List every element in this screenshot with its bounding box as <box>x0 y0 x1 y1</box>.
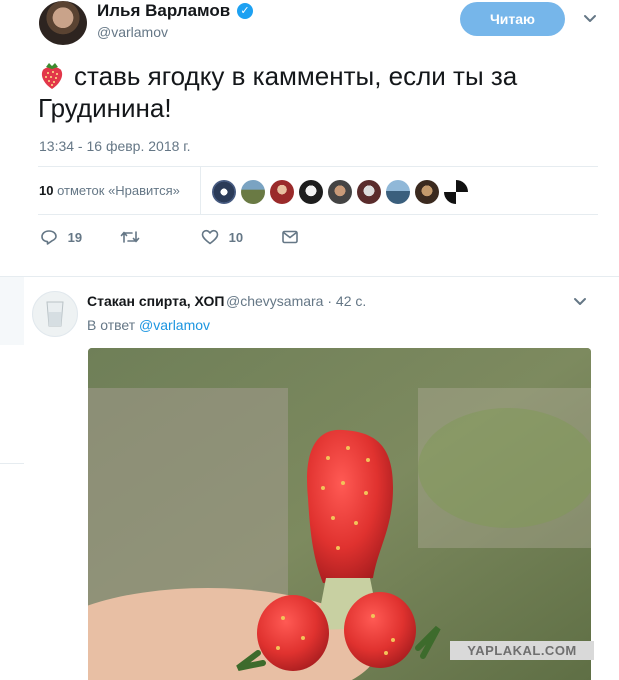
reply-to-line: В ответ @varlamov <box>87 317 210 333</box>
likes-summary[interactable]: 10 отметок «Нравится» <box>39 183 180 198</box>
author-name[interactable]: Илья Варламов <box>97 1 230 21</box>
like-action[interactable]: 10 <box>201 229 243 245</box>
chevron-down-icon[interactable] <box>583 12 597 26</box>
divider <box>0 463 24 464</box>
main-tweet: Илья Варламов ✓ @varlamov Читаю ставь яг… <box>0 0 619 276</box>
reply-author-name[interactable]: Стакан спирта, ХОП <box>87 293 224 309</box>
liker-avatar[interactable] <box>357 180 381 204</box>
tweet-text-content: ставь ягодку в камменты, если ты за Груд… <box>38 61 518 123</box>
retweet-icon <box>120 231 140 243</box>
envelope-icon <box>282 230 298 244</box>
divider <box>38 214 598 215</box>
reply-author-handle[interactable]: @chevysamara · 42 с. <box>226 293 366 309</box>
likes-label: отметок «Нравится» <box>57 183 180 198</box>
reply-action[interactable]: 19 <box>40 229 82 245</box>
verified-badge-icon: ✓ <box>237 3 253 19</box>
strawberry-photo <box>88 348 591 680</box>
reply-icon <box>41 230 57 245</box>
message-action[interactable] <box>281 229 299 245</box>
liker-avatar[interactable] <box>386 180 410 204</box>
left-gutter <box>0 345 24 680</box>
follow-button[interactable]: Читаю <box>460 2 565 36</box>
divider <box>200 167 201 214</box>
attached-photo[interactable] <box>88 348 591 680</box>
reply-author-avatar[interactable] <box>32 291 78 337</box>
tweet-text: ставь ягодку в камменты, если ты за Груд… <box>38 60 598 124</box>
liker-avatar[interactable] <box>415 180 439 204</box>
reply-to-link[interactable]: @varlamov <box>139 317 210 333</box>
chevron-down-icon[interactable] <box>573 295 587 309</box>
divider <box>38 166 598 167</box>
watermark: YAPLAKAL.COM <box>450 641 594 660</box>
retweet-action[interactable] <box>120 229 140 245</box>
tweet-timestamp[interactable]: 13:34 - 16 февр. 2018 г. <box>39 138 191 154</box>
liker-avatar[interactable] <box>212 180 236 204</box>
author-avatar[interactable] <box>39 1 87 45</box>
glass-icon <box>46 301 64 327</box>
author-handle[interactable]: @varlamov <box>97 24 168 40</box>
reply-count: 19 <box>67 230 83 245</box>
reply-to-prefix: В ответ <box>87 317 136 333</box>
heart-icon <box>201 229 219 245</box>
liker-avatar[interactable] <box>328 180 352 204</box>
liker-avatar[interactable] <box>299 180 323 204</box>
likes-count: 10 <box>39 183 54 198</box>
strawberry-icon <box>41 63 63 89</box>
like-count: 10 <box>228 230 244 245</box>
liker-avatar[interactable] <box>270 180 294 204</box>
liker-avatar[interactable] <box>444 180 468 204</box>
liker-avatar[interactable] <box>241 180 265 204</box>
